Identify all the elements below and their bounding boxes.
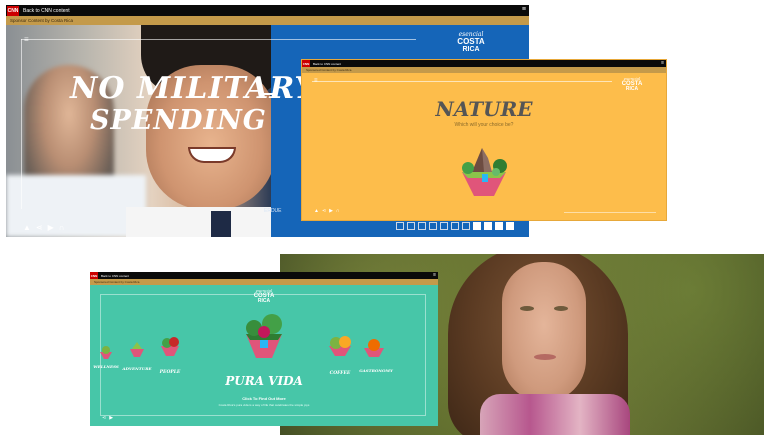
woman-eye-left [520, 306, 534, 311]
click-to-find-out-more[interactable]: Click To Find Out More [214, 396, 314, 401]
people-island[interactable] [158, 334, 182, 358]
frame-top-line [21, 39, 416, 40]
island-label-adventure[interactable]: ADVENTURE [120, 366, 154, 371]
frame-bottom-line [564, 212, 656, 213]
sponsor-bar: Sponsor Content by Costa Rica [6, 16, 529, 25]
up-arrow-icon[interactable]: ▲ [23, 223, 31, 232]
thumb[interactable] [462, 222, 470, 230]
costa-rica-logo: esencial COSTA RICA [614, 76, 650, 92]
brand-sub: RICA [257, 298, 271, 304]
island-label-people[interactable]: PEOPLE [154, 370, 186, 375]
back-to-cnn-link[interactable]: Back to CNN content [313, 62, 341, 66]
headline-line1: NO MILITARY [70, 71, 317, 106]
hamburger-icon[interactable]: ≡ [314, 78, 318, 84]
panel-nature: CNN Back to CNN content ≡ Sponsored Cont… [302, 60, 666, 220]
island-label-gastronomy[interactable]: GASTRONOMY [356, 368, 396, 373]
woman-lips [534, 354, 556, 360]
woman-eye-right [554, 306, 568, 311]
thumb[interactable] [429, 222, 437, 230]
side-label: ERDUE [264, 208, 282, 214]
thumb[interactable] [396, 222, 404, 230]
boy-shirt [126, 207, 271, 237]
menu-icon[interactable]: ≡ [522, 6, 526, 13]
back-to-cnn-link[interactable]: Back to CNN content [101, 274, 129, 278]
share-icon[interactable]: ⋖ [322, 208, 326, 214]
frame-left-line [21, 39, 22, 209]
gastronomy-island[interactable] [362, 338, 386, 358]
cnn-logo[interactable]: CNN [90, 272, 98, 279]
pura-vida-island[interactable] [240, 310, 288, 362]
frame-top-line [312, 81, 612, 82]
panel-pura-vida: CNN Back to CNN content ≡ Sponsored Cont… [90, 272, 438, 426]
thumb[interactable] [440, 222, 448, 230]
up-arrow-icon[interactable]: ▲ [314, 208, 319, 214]
back-to-cnn-link[interactable]: Back to CNN content [23, 8, 70, 14]
headphones-icon[interactable]: ∩ [336, 208, 340, 214]
pura-vida-caption: Costa Rica's pura vida is a way of life … [218, 403, 310, 407]
hamburger-icon[interactable]: ≡ [24, 35, 29, 44]
brand-sub: RICA [625, 86, 639, 92]
thumbnail-strip [396, 222, 517, 230]
brand-main: COSTA [457, 37, 485, 46]
player-controls: ▲ ⋖ ▶ ∩ [314, 208, 340, 214]
sponsor-bar: Sponsored Content by Costa Rica [90, 279, 438, 285]
island-label-wellness[interactable]: WELLNESS [92, 364, 120, 369]
brand-sub: RICA [462, 46, 480, 53]
thumb[interactable] [451, 222, 459, 230]
play-icon[interactable]: ▶ [109, 415, 113, 421]
island-label-coffee[interactable]: COFFEE [322, 371, 358, 376]
nature-subtitle: Which will your choice be? [454, 122, 514, 128]
play-icon[interactable]: ▶ [48, 223, 54, 232]
cnn-logo[interactable]: CNN [7, 5, 19, 16]
woman-scarf [480, 394, 630, 435]
headline-line2: SPENDING [90, 105, 267, 136]
cnn-topbar: CNN Back to CNN content ≡ [302, 60, 666, 67]
costa-rica-logo: esencial COSTA RICA [246, 288, 282, 304]
player-controls: ⋖ ▶ [102, 415, 113, 421]
sponsor-bar: Sponsored Content by Costa Rica [302, 67, 666, 73]
costa-rica-logo: esencial COSTA RICA [446, 31, 496, 53]
share-icon[interactable]: ⋖ [36, 223, 43, 232]
cnn-logo[interactable]: CNN [302, 60, 310, 67]
headphones-icon[interactable]: ∩ [59, 223, 65, 232]
play-icon[interactable]: ▶ [329, 208, 333, 214]
thumb-active[interactable] [484, 222, 492, 230]
wellness-island[interactable] [98, 344, 114, 360]
nature-island-illustration[interactable] [452, 138, 516, 202]
thumb-active[interactable] [506, 222, 514, 230]
cnn-topbar: CNN Back to CNN content ≡ [6, 5, 529, 16]
adventure-island[interactable] [128, 340, 146, 358]
menu-icon[interactable]: ≡ [433, 272, 436, 278]
menu-icon[interactable]: ≡ [661, 60, 664, 66]
share-icon[interactable]: ⋖ [102, 415, 106, 421]
boy-tie [211, 211, 231, 237]
thumb[interactable] [407, 222, 415, 230]
coffee-island[interactable] [326, 334, 354, 358]
player-controls: ▲ ⋖ ▶ ∩ [23, 223, 65, 232]
thumb-active[interactable] [495, 222, 503, 230]
thumb-active[interactable] [473, 222, 481, 230]
cnn-topbar: CNN Back to CNN content ≡ [90, 272, 438, 279]
pura-vida-title: PURA VIDA [225, 374, 303, 388]
nature-title: NATURE [435, 97, 533, 121]
dash-divider [263, 93, 277, 95]
thumb[interactable] [418, 222, 426, 230]
woman-face [502, 262, 586, 402]
